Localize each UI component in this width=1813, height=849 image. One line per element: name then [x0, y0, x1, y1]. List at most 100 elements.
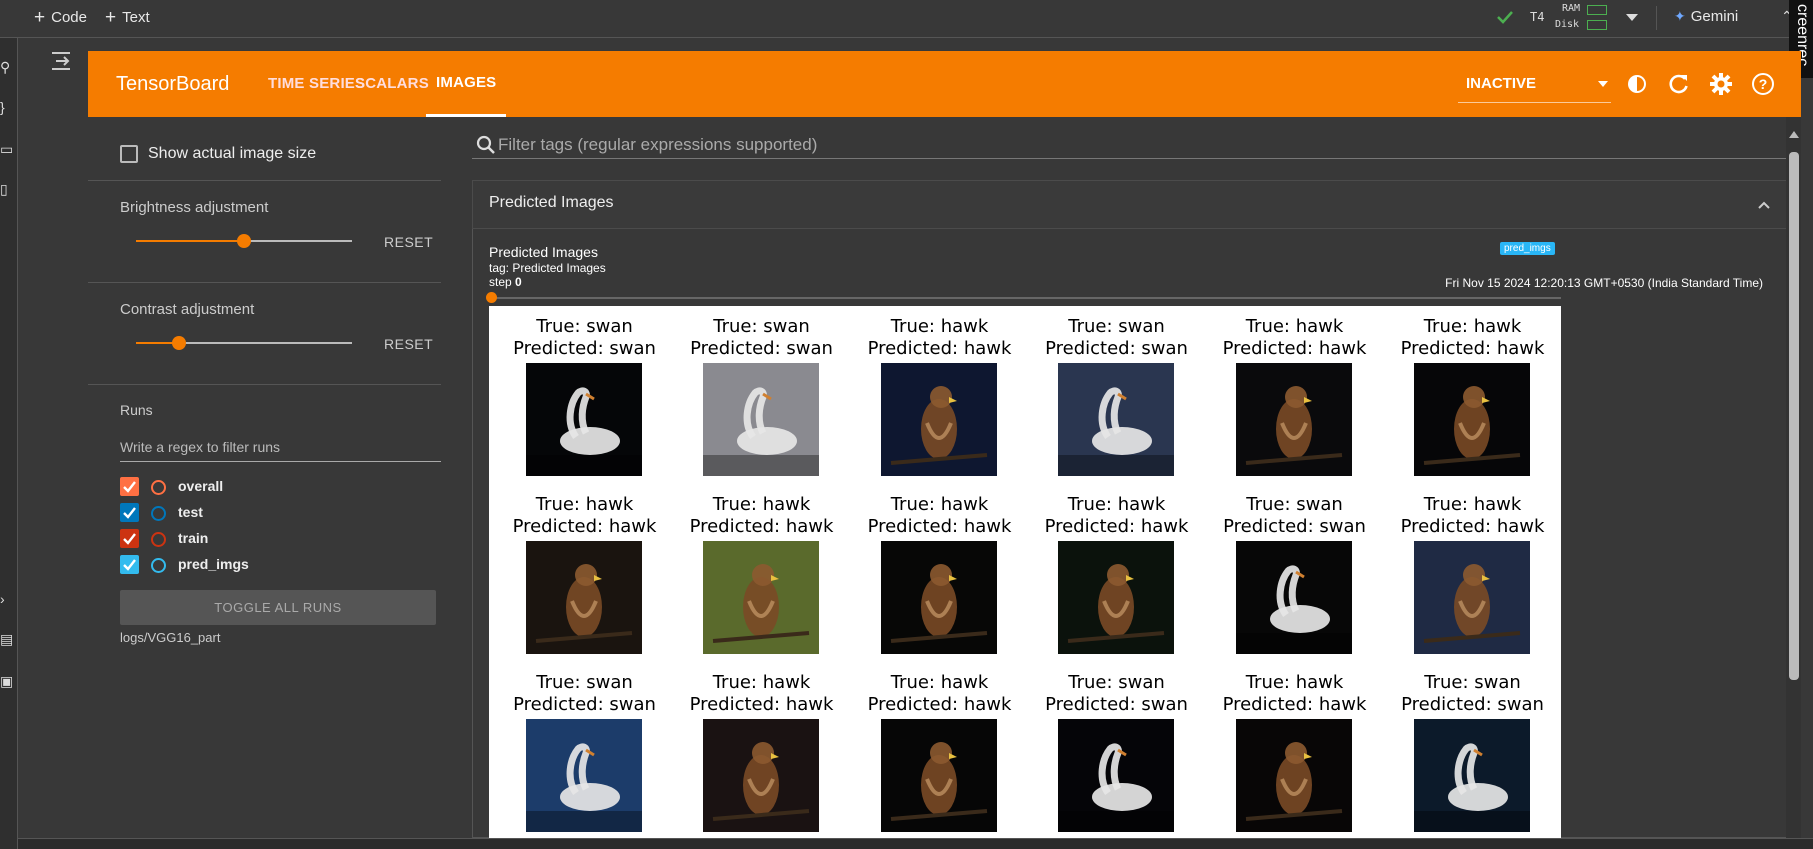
prediction-cell: True: swan Predicted: swan — [1212, 494, 1377, 654]
plus-icon: + — [105, 7, 117, 28]
tag-filter-input[interactable]: Filter tags (regular expressions support… — [472, 117, 1787, 159]
add-code-label: Code — [51, 9, 87, 26]
slider-thumb[interactable] — [237, 234, 251, 248]
predicted-label: Predicted: hawk — [867, 694, 1012, 715]
scroll-up-icon[interactable] — [1789, 131, 1799, 138]
images-main-pane: Filter tags (regular expressions support… — [462, 117, 1801, 838]
run-row-pred_imgs[interactable]: pred_imgs — [120, 553, 420, 575]
true-label: True: hawk — [890, 494, 989, 515]
true-label: True: hawk — [712, 494, 811, 515]
add-text-button[interactable]: + Text — [105, 8, 150, 28]
toggle-all-runs-button[interactable]: TOGGLE ALL RUNS — [120, 590, 436, 625]
slider-fill — [136, 240, 244, 242]
image-card-title: Predicted Images — [489, 244, 598, 260]
step-slider[interactable] — [486, 292, 1561, 303]
runtime-dropdown-icon[interactable] — [1626, 14, 1638, 21]
disk-label: Disk — [1555, 19, 1580, 30]
tab-scalars[interactable]: SCALARS — [345, 51, 439, 117]
prediction-cell: True: hawk Predicted: hawk — [1390, 494, 1555, 654]
scrollbar[interactable] — [1786, 117, 1801, 838]
prediction-cell: True: hawk Predicted: hawk — [1212, 316, 1377, 476]
runtime-label[interactable]: T4 — [1530, 10, 1544, 24]
divider — [88, 384, 441, 385]
prediction-cell: True: swan Predicted: swan — [679, 316, 844, 476]
contrast-reset-button[interactable]: RESET — [384, 336, 433, 352]
plus-icon: + — [34, 7, 46, 28]
slider-thumb[interactable] — [172, 336, 187, 350]
prediction-cell: True: hawk Predicted: hawk — [679, 494, 844, 654]
run-checkbox[interactable] — [120, 529, 139, 548]
run-row-overall[interactable]: overall — [120, 475, 420, 497]
prediction-cell: True: swan Predicted: swan — [1390, 672, 1555, 832]
run-color-swatch[interactable] — [151, 532, 166, 547]
hawk-image — [1414, 541, 1530, 654]
help-icon[interactable]: ? — [1751, 72, 1775, 96]
run-color-swatch[interactable] — [151, 506, 166, 521]
prediction-cell: True: swan Predicted: swan — [502, 672, 667, 832]
true-label: True: hawk — [712, 672, 811, 693]
run-color-swatch[interactable] — [151, 558, 166, 573]
step-slider-thumb[interactable] — [486, 292, 497, 303]
contrast-slider[interactable] — [136, 336, 352, 350]
prediction-cell: True: hawk Predicted: hawk — [857, 672, 1022, 832]
run-checkbox[interactable] — [120, 503, 139, 522]
predicted-label: Predicted: hawk — [867, 338, 1012, 359]
inactive-plugins-dropdown[interactable]: INACTIVE — [1458, 65, 1611, 103]
true-label: True: hawk — [535, 494, 634, 515]
chevron-up-icon[interactable] — [1757, 197, 1771, 215]
run-row-train[interactable]: train — [120, 527, 420, 549]
runs-title: Runs — [120, 402, 153, 418]
show-actual-size-checkbox[interactable] — [120, 145, 138, 163]
prediction-image-grid[interactable]: True: swan Predicted: swan True: swan Predi… — [489, 306, 1561, 838]
hawk-thumbnail — [1414, 363, 1530, 476]
check-icon — [123, 507, 136, 519]
hawk-thumbnail — [703, 719, 819, 832]
true-label: True: swan — [1424, 672, 1521, 693]
run-color-swatch[interactable] — [151, 480, 166, 495]
app-window: ☰ ⚲ } ▭ ▯ › ▤ ▣ +Code +Text T4 RAM Disk … — [0, 0, 1813, 849]
settings-icon[interactable] — [1709, 72, 1733, 96]
output-collapse-icon[interactable] — [48, 48, 76, 74]
brightness-icon[interactable] — [1625, 72, 1649, 96]
search-icon — [476, 135, 496, 160]
swan-thumbnail — [1058, 719, 1174, 832]
gemini-label: Gemini — [1690, 8, 1739, 25]
run-checkbox[interactable] — [120, 555, 139, 574]
scrollbar-thumb[interactable] — [1789, 152, 1799, 680]
gemini-button[interactable]: ✦ Gemini — [1674, 8, 1738, 25]
command-palette-icon[interactable]: ▤ — [0, 632, 13, 646]
swan-image — [526, 363, 642, 476]
brightness-reset-button[interactable]: RESET — [384, 234, 433, 250]
brightness-slider[interactable] — [136, 234, 352, 248]
sidebar-separator — [441, 117, 463, 838]
true-label: True: swan — [1068, 316, 1165, 337]
runs-filter-placeholder: Write a regex to filter runs — [120, 439, 281, 455]
swan-thumbnail — [1236, 541, 1352, 654]
true-label: True: swan — [1068, 672, 1165, 693]
prediction-cell: True: hawk Predicted: hawk — [857, 316, 1022, 476]
swan-image — [1058, 363, 1174, 476]
hawk-thumbnail — [881, 363, 997, 476]
variables-icon[interactable]: } — [0, 100, 10, 114]
predicted-label: Predicted: swan — [1045, 338, 1188, 359]
hawk-thumbnail — [1236, 363, 1352, 476]
predicted-label: Predicted: swan — [1045, 694, 1188, 715]
run-row-test[interactable]: test — [120, 501, 420, 523]
refresh-icon[interactable] — [1667, 72, 1691, 96]
hawk-image — [526, 541, 642, 654]
runs-filter-input[interactable]: Write a regex to filter runs — [120, 435, 442, 462]
search-icon[interactable]: ⚲ — [0, 60, 10, 74]
tab-images[interactable]: IMAGES — [426, 51, 507, 117]
prediction-cell: True: swan Predicted: swan — [1034, 316, 1199, 476]
predicted-label: Predicted: hawk — [1222, 338, 1367, 359]
run-checkbox[interactable] — [120, 477, 139, 496]
add-code-button[interactable]: + Code — [34, 8, 87, 28]
right-edge-strip — [1801, 0, 1813, 849]
files-icon[interactable]: ▯ — [0, 182, 10, 196]
terminal-icon[interactable]: ▣ — [0, 674, 13, 688]
predicted-images-group-header[interactable]: Predicted Images — [472, 180, 1790, 229]
secrets-icon[interactable]: ▭ — [0, 142, 13, 156]
disk-meter — [1587, 20, 1607, 30]
code-snippets-icon[interactable]: › — [0, 592, 10, 606]
true-label: True: hawk — [1245, 316, 1344, 337]
